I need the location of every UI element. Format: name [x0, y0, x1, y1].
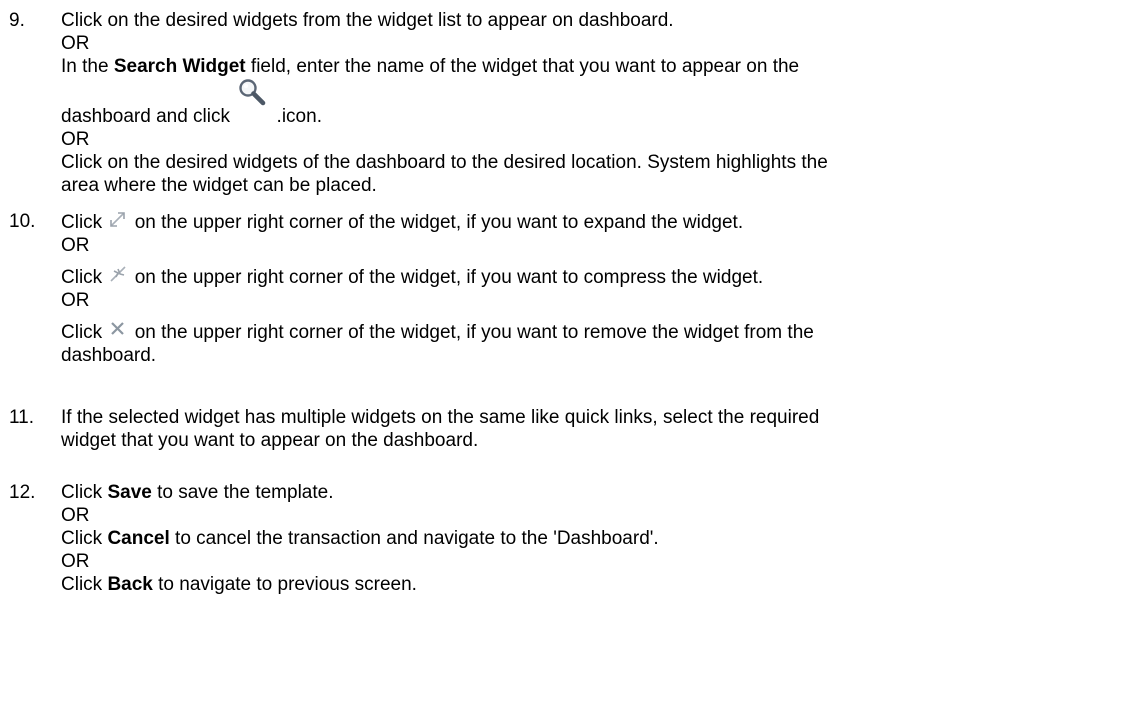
compress-icon [107, 265, 129, 283]
or-text: OR [61, 551, 90, 572]
step-text: Click on the upper right corner of the w… [61, 210, 744, 233]
expand-icon [107, 210, 129, 228]
step-text: dashboard. [61, 345, 157, 366]
or-text: OR [61, 33, 90, 54]
instruction-document: 9. Click on the desired widgets from the… [0, 0, 1137, 704]
step-number: 11. [9, 407, 35, 428]
step-text: Click Back to navigate to previous scree… [61, 574, 417, 595]
or-text: OR [61, 290, 90, 311]
or-text: OR [61, 505, 90, 526]
step-number: 9. [9, 10, 25, 31]
step-text: dashboard and click .icon. [61, 79, 1131, 128]
step-text: Click on the upper right corner of the w… [61, 265, 764, 288]
step-text: In the Search Widget field, enter the na… [61, 56, 800, 77]
step-text: widget that you want to appear on the da… [61, 430, 479, 451]
step-body: Click on the desired widgets from the wi… [61, 9, 1131, 197]
step-text: Click Cancel to cancel the transaction a… [61, 528, 659, 549]
save-label: Save [107, 482, 152, 503]
search-widget-label: Search Widget [113, 56, 246, 77]
or-text: OR [61, 129, 90, 150]
cancel-label: Cancel [107, 528, 170, 549]
or-text: OR [61, 235, 90, 256]
step-text: If the selected widget has multiple widg… [61, 407, 820, 428]
back-label: Back [107, 574, 153, 595]
step-body: Click Save to save the template. OR Clic… [61, 481, 1131, 596]
close-icon [107, 320, 129, 338]
step-number: 12. [9, 482, 36, 503]
step-text: Click on the desired widgets from the wi… [61, 10, 674, 31]
step-text: Click on the upper right corner of the w… [61, 320, 814, 343]
search-icon [235, 79, 271, 122]
step-text: area where the widget can be placed. [61, 175, 377, 196]
step-text: Click Save to save the template. [61, 482, 334, 503]
step-text: Click on the desired widgets of the dash… [61, 152, 828, 173]
step-body: Click on the upper right corner of the w… [61, 210, 1131, 367]
step-body: If the selected widget has multiple widg… [61, 406, 1131, 452]
step-number: 10. [9, 211, 36, 232]
